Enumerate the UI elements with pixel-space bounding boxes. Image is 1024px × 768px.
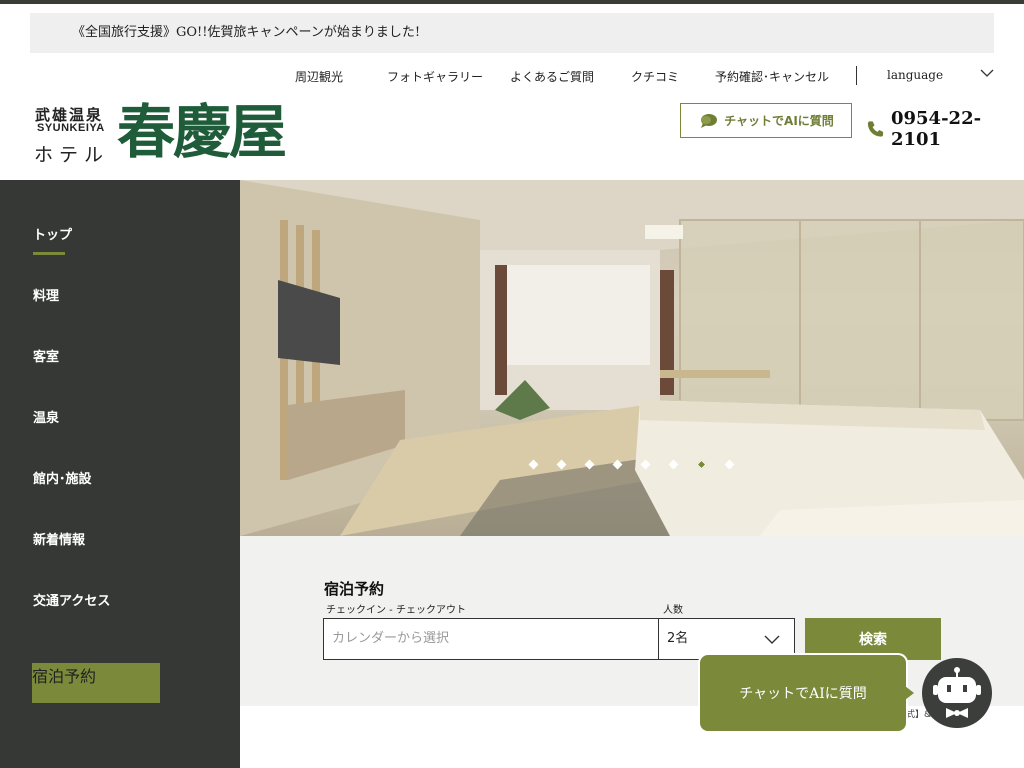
sidebar-item-cuisine[interactable]: 料理: [33, 285, 59, 304]
header-chat-button[interactable]: チャットでAIに質問: [680, 103, 852, 138]
robot-icon: [933, 667, 981, 718]
chevron-down-icon: [764, 635, 780, 644]
logo-hotel: ホテル: [34, 144, 110, 166]
slide-dot[interactable]: [667, 458, 679, 470]
sidebar-item-access[interactable]: 交通アクセス: [33, 590, 110, 609]
slide-dot[interactable]: [639, 458, 651, 470]
top-border: [0, 0, 1024, 4]
slide-pagination: [527, 458, 735, 470]
slide-dot[interactable]: [555, 458, 567, 470]
date-label: チェックイン - チェックアウト: [326, 605, 466, 616]
slide-dot[interactable]: [723, 458, 735, 470]
booking-title: 宿泊予約: [324, 580, 385, 598]
booking-panel: 宿泊予約 チェックイン - チェックアウト 人数 カレンダーから選択 2名 検索: [240, 536, 1024, 706]
date-range-input[interactable]: カレンダーから選択: [323, 618, 659, 660]
phone-number[interactable]: 0954-22-2101: [891, 108, 1024, 150]
nav-link-reservation-check[interactable]: 予約確認･キャンセル: [715, 68, 829, 85]
chat-widget-launcher[interactable]: [922, 658, 992, 728]
room-photo: [240, 180, 1024, 536]
sidebar-reserve-button[interactable]: 宿泊予約: [32, 663, 160, 703]
campaign-notice[interactable]: 《全国旅行支援》GO!!佐賀旅キャンペーンが始まりました!: [30, 13, 994, 53]
people-label: 人数: [663, 605, 683, 616]
sidebar-item-news[interactable]: 新着情報: [33, 529, 85, 548]
chevron-down-icon[interactable]: [980, 66, 994, 80]
chat-widget-label: チャットでAIに質問: [739, 686, 867, 702]
active-indicator: [33, 252, 65, 255]
sidebar-item-top[interactable]: トップ: [33, 224, 72, 243]
sidebar-reserve-label: 宿泊予約: [32, 667, 97, 686]
sidebar-item-onsen[interactable]: 温泉: [33, 407, 59, 426]
search-button[interactable]: 検索: [805, 618, 941, 660]
sidebar-item-rooms[interactable]: 客室: [33, 346, 59, 365]
nav-link-sightseeing[interactable]: 周辺観光: [295, 68, 343, 85]
utility-nav: 周辺観光 フォトギャラリー よくあるご質問 クチコミ 予約確認･キャンセル la…: [0, 63, 1024, 89]
chat-bubble-tail: [905, 686, 914, 700]
people-select[interactable]: 2名: [658, 618, 795, 660]
logo-brand: 春慶屋: [117, 98, 287, 166]
slide-dot[interactable]: [527, 458, 539, 470]
speech-bubble-icon: [701, 113, 718, 128]
sidebar-item-facilities[interactable]: 館内･施設: [33, 468, 92, 487]
header-chat-label: チャットでAIに質問: [724, 114, 834, 128]
nav-link-faq[interactable]: よくあるご質問: [510, 68, 594, 85]
hero-slideshow[interactable]: [240, 180, 1024, 536]
slide-dot[interactable]: [611, 458, 623, 470]
nav-divider: [856, 66, 857, 85]
chat-widget-bubble[interactable]: チャットでAIに質問: [700, 655, 906, 731]
nav-link-reviews[interactable]: クチコミ: [631, 68, 679, 85]
campaign-notice-text[interactable]: 《全国旅行支援》GO!!佐賀旅キャンペーンが始まりました!: [72, 25, 420, 40]
hotel-logo[interactable]: 武雄温泉 SYUNKEIYA ホテル 春慶屋: [33, 98, 323, 170]
search-label: 検索: [859, 632, 887, 648]
phone-contact[interactable]: 0954-22-2101: [866, 108, 1024, 150]
slide-dot[interactable]: [583, 458, 595, 470]
logo-romaji: SYUNKEIYA: [37, 122, 105, 134]
nav-link-photo-gallery[interactable]: フォトギャラリー: [387, 68, 483, 85]
phone-icon: [867, 121, 884, 137]
language-selector[interactable]: language: [887, 68, 943, 82]
people-value: 2名: [667, 631, 689, 646]
slide-dot-active[interactable]: [695, 458, 707, 470]
